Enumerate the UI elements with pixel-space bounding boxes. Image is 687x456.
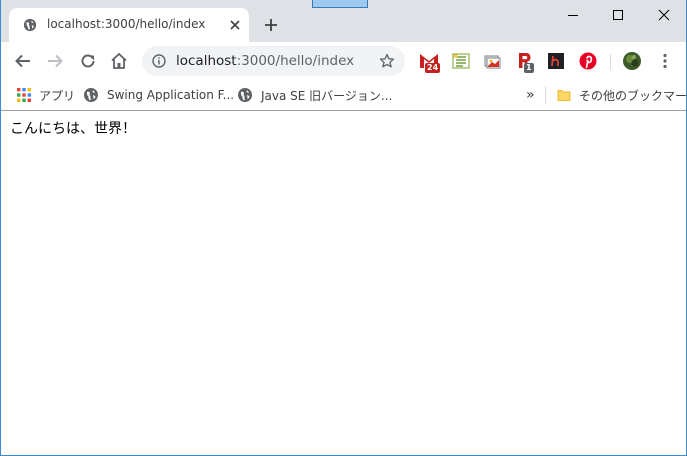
forward-arrow-icon[interactable]	[45, 51, 65, 71]
bookmark-label: アプリ	[39, 88, 76, 103]
avatar-icon	[623, 52, 641, 70]
bookmark-label: その他のブックマーク	[579, 88, 687, 103]
overflow-chevron-icon: »	[526, 87, 535, 103]
site-info-icon[interactable]	[152, 54, 166, 68]
bookmark-star-icon[interactable]	[379, 53, 395, 69]
apps-grid-icon	[17, 88, 31, 102]
maximize-icon	[613, 10, 623, 20]
maximize-button[interactable]	[595, 0, 641, 30]
url-path: :3000/hello/index	[236, 53, 355, 69]
globe-icon	[84, 88, 98, 102]
folder-icon	[557, 90, 571, 101]
spreadsheet-icon	[452, 53, 470, 69]
tab-title: localhost:3000/hello/index	[47, 17, 206, 31]
close-window-button[interactable]	[641, 0, 686, 30]
sheets-extension[interactable]	[451, 51, 471, 71]
globe-icon	[238, 88, 252, 102]
tab-active[interactable]: localhost:3000/hello/index	[9, 8, 249, 42]
profile-avatar[interactable]	[622, 51, 642, 71]
bookmark-swing[interactable]: Swing Application F...	[83, 86, 234, 104]
close-tab-icon[interactable]	[228, 18, 242, 32]
url-text[interactable]: localhost:3000/hello/index	[176, 53, 354, 69]
url-host: localhost	[176, 53, 237, 69]
pinterest-icon	[579, 52, 597, 70]
home-icon[interactable]	[109, 51, 129, 71]
bookmark-label: Swing Application F...	[107, 88, 235, 102]
navigation-toolbar: localhost:3000/hello/index 24 1	[1, 42, 686, 80]
minimize-button[interactable]	[550, 0, 596, 30]
address-bar[interactable]: localhost:3000/hello/index	[142, 46, 405, 76]
bookmark-java-se[interactable]: Java SE 旧バージョン...	[237, 86, 392, 104]
bookmarks-divider	[545, 86, 546, 104]
image-capture-icon	[484, 55, 501, 69]
back-arrow-icon[interactable]	[13, 51, 33, 71]
page-content: こんにちは、世界！	[1, 111, 686, 455]
r-extension[interactable]: 1	[515, 51, 535, 73]
bookmarks-overflow-button[interactable]: »	[526, 86, 535, 104]
bookmark-label: Java SE 旧バージョン...	[261, 88, 393, 103]
bookmark-apps[interactable]: アプリ	[17, 86, 75, 104]
minimize-icon	[568, 15, 578, 16]
gmail-badge: 24	[425, 63, 441, 73]
close-icon	[658, 9, 670, 21]
bookmark-other-folder[interactable]: その他のブックマーク	[557, 86, 687, 104]
screenshot-extension[interactable]	[482, 51, 502, 71]
tab-strip: localhost:3000/hello/index	[1, 0, 686, 42]
page-body-text: こんにちは、世界！	[10, 121, 136, 137]
globe-icon	[23, 18, 37, 32]
pinterest-extension[interactable]	[578, 51, 598, 71]
reload-icon[interactable]	[78, 51, 98, 71]
r-extension-badge: 1	[524, 63, 534, 73]
bookmarks-bar: アプリ Swing Application F... Java SE 旧バージョ…	[1, 80, 687, 110]
window-drag-handle[interactable]	[312, 0, 368, 8]
h-extension[interactable]	[546, 51, 566, 71]
new-tab-icon[interactable]	[263, 17, 279, 33]
gmail-extension[interactable]: 24	[419, 51, 441, 73]
browser-window: localhost:3000/hello/index localhost:300…	[0, 0, 687, 456]
h-letter-icon	[548, 53, 564, 69]
kebab-menu-icon[interactable]	[655, 51, 675, 71]
toolbar-divider	[610, 54, 611, 70]
